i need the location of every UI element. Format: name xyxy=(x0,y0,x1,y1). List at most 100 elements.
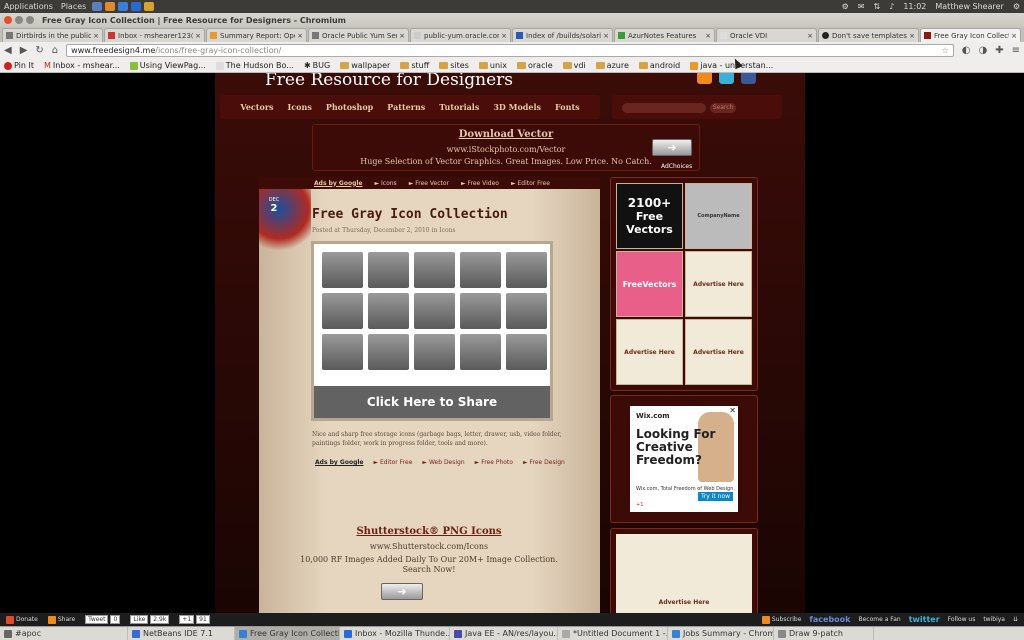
launcher-icon[interactable] xyxy=(92,2,103,11)
bookmark-folder-sites[interactable]: sites xyxy=(439,61,469,70)
address-bar[interactable]: www.freedesign4.me/icons/free-gray-icon-… xyxy=(66,44,954,57)
ad-arrow-button[interactable]: ➜ xyxy=(381,583,423,600)
ad-banner-top[interactable]: Download Vector www.iStockphoto.com/Vect… xyxy=(312,124,700,171)
ad-arrow-button[interactable]: ➜ xyxy=(652,139,692,156)
tab[interactable]: Oracle Public Yum Serve× xyxy=(308,28,409,42)
subscribe-button[interactable]: Subscribe xyxy=(761,615,801,624)
bookmark-inbox[interactable]: M Inbox - mshear... xyxy=(44,61,120,70)
close-tab-icon[interactable]: × xyxy=(807,32,813,40)
volume-icon[interactable]: ♪ xyxy=(889,2,894,11)
ad-headline[interactable]: Download Vector xyxy=(313,129,699,140)
ad-link[interactable]: ► Web Design xyxy=(422,459,464,466)
app-icon[interactable] xyxy=(144,2,155,11)
facebook-icon[interactable] xyxy=(741,73,756,84)
close-tab-icon[interactable]: × xyxy=(909,32,915,40)
bookmark-folder-stuff[interactable]: stuff xyxy=(400,61,429,70)
nav-3d-models[interactable]: 3D Models xyxy=(493,102,541,112)
site-search-input[interactable] xyxy=(622,103,706,113)
advertise-here-slot[interactable]: Advertise Here xyxy=(685,251,752,317)
tweet-button[interactable]: Tweet 0 xyxy=(85,615,121,624)
tab[interactable]: public-yum.oracle.com/× xyxy=(410,28,511,42)
bookmark-folder-oracle[interactable]: oracle xyxy=(516,61,553,70)
adchoices-label[interactable]: AdChoices xyxy=(661,163,692,170)
nav-patterns[interactable]: Patterns xyxy=(387,102,425,112)
ad-url[interactable]: www.iStockphoto.com/Vector xyxy=(313,145,699,154)
advertise-here-slot[interactable]: Advertise Here xyxy=(616,319,683,385)
close-tab-icon[interactable]: × xyxy=(1011,32,1017,40)
puzzle-icon[interactable]: ✚ xyxy=(995,45,1003,56)
rss-icon[interactable] xyxy=(697,73,712,84)
try-now-button[interactable]: Try it now xyxy=(698,492,734,501)
free-vectors-ad[interactable]: 2100+ Free Vectors xyxy=(616,183,683,249)
taskbar-item[interactable]: NetBeans IDE 7.1 xyxy=(128,627,235,640)
ad-link[interactable]: ► Free Vector xyxy=(409,180,449,187)
ad-link[interactable]: ► Free Design xyxy=(523,459,565,466)
advertise-here-slot[interactable]: Advertise Here xyxy=(685,319,752,385)
places-menu[interactable]: Places xyxy=(61,2,86,11)
donate-button[interactable]: Donate xyxy=(6,615,38,624)
ad-link[interactable]: ► Icons xyxy=(374,180,396,187)
follow-us-link[interactable]: Follow us xyxy=(948,616,976,623)
bookmark-viewpager[interactable]: Using ViewPag... xyxy=(129,61,206,70)
bookmark-pin-it[interactable]: Pin It xyxy=(4,61,34,70)
taskbar-item[interactable]: *Untitled Document 1 -... xyxy=(558,627,668,640)
bookmark-folder-unix[interactable]: unix xyxy=(478,61,507,70)
tab[interactable]: Don't save templates th× xyxy=(818,28,919,42)
twitter-icon[interactable] xyxy=(719,73,734,84)
close-window-button[interactable] xyxy=(4,16,12,24)
extension-icon[interactable]: ◐ xyxy=(962,45,971,56)
thunderbird-icon[interactable] xyxy=(131,2,142,11)
bookmark-folder-azure[interactable]: azure xyxy=(595,61,629,70)
taskbar-item[interactable]: Draw 9-patch xyxy=(774,627,874,640)
post-image[interactable]: Click Here to Share xyxy=(311,241,553,421)
applications-menu[interactable]: Applications xyxy=(4,2,53,11)
user-menu[interactable]: Matthew Shearer xyxy=(935,2,1003,11)
close-tab-icon[interactable]: × xyxy=(501,32,507,40)
extension-icon[interactable]: ◑ xyxy=(978,45,987,56)
close-tab-icon[interactable]: × xyxy=(399,32,405,40)
close-icon[interactable]: ✕ xyxy=(729,406,736,415)
close-tab-icon[interactable]: × xyxy=(195,32,201,40)
twitter-logo[interactable]: twitter xyxy=(909,615,940,624)
ad-link[interactable]: ► Editor Free xyxy=(373,459,412,466)
close-tab-icon[interactable]: × xyxy=(93,32,99,40)
tab[interactable]: Index of /builds/solaris/× xyxy=(512,28,613,42)
nav-photoshop[interactable]: Photoshop xyxy=(326,102,373,112)
bookmark-folder-vdi[interactable]: vdi xyxy=(562,61,586,70)
forward-icon[interactable]: ▶ xyxy=(20,45,28,56)
business-card-ad[interactable]: CompanyName xyxy=(685,183,752,249)
chromium-icon[interactable] xyxy=(118,2,129,11)
ads-by-google[interactable]: Ads by Google xyxy=(315,459,363,466)
home-icon[interactable]: ⌂ xyxy=(52,45,58,56)
minimize-window-button[interactable] xyxy=(15,16,23,24)
nav-fonts[interactable]: Fonts xyxy=(555,102,580,112)
bookmark-hudson[interactable]: The Hudson Bo... xyxy=(215,61,294,70)
like-button[interactable]: Like 2.9k xyxy=(130,615,170,624)
bookmark-folder-android[interactable]: android xyxy=(638,61,680,70)
nav-tutorials[interactable]: Tutorials xyxy=(439,102,479,112)
taskbar-item[interactable]: #apoc xyxy=(0,627,128,640)
network-icon[interactable]: ⇅ xyxy=(874,2,881,11)
tab[interactable]: Inbox - mshearer123@g× xyxy=(104,28,205,42)
tab[interactable]: Oracle VDI × xyxy=(716,28,817,42)
bookmark-folder-wallpaper[interactable]: wallpaper xyxy=(340,61,390,70)
reload-icon[interactable]: ↻ xyxy=(35,45,43,56)
back-icon[interactable]: ◀ xyxy=(4,45,12,56)
nav-vectors[interactable]: Vectors xyxy=(240,102,273,112)
ad-link[interactable]: ► Free Video xyxy=(461,180,499,187)
site-search-button[interactable]: Search xyxy=(710,103,736,113)
advertise-here-slot[interactable]: Advertise Here xyxy=(616,534,752,613)
taskbar-item[interactable]: Inbox - Mozilla Thunde... xyxy=(340,627,450,640)
session-gear-icon[interactable]: ⚙ xyxy=(1013,2,1020,11)
tab[interactable]: AzurNotes Features × xyxy=(614,28,715,42)
clock[interactable]: 11:02 xyxy=(903,2,926,11)
site-title[interactable]: Free Resource for Designers xyxy=(265,73,513,90)
taskbar-item-active[interactable]: Free Gray Icon Collecti... xyxy=(235,627,340,640)
close-tab-icon[interactable]: × xyxy=(603,32,609,40)
tab[interactable]: Dirtbirds in the public e × xyxy=(2,28,103,42)
tab-active[interactable]: Free Gray Icon Collection× xyxy=(920,28,1021,42)
firefox-icon[interactable] xyxy=(105,2,116,11)
close-tab-icon[interactable]: × xyxy=(705,32,711,40)
become-a-fan-link[interactable]: Become a Fan xyxy=(859,616,901,623)
wix-ad[interactable]: Wix.com ✕ Looking For Creative Freedom? … xyxy=(630,406,738,512)
